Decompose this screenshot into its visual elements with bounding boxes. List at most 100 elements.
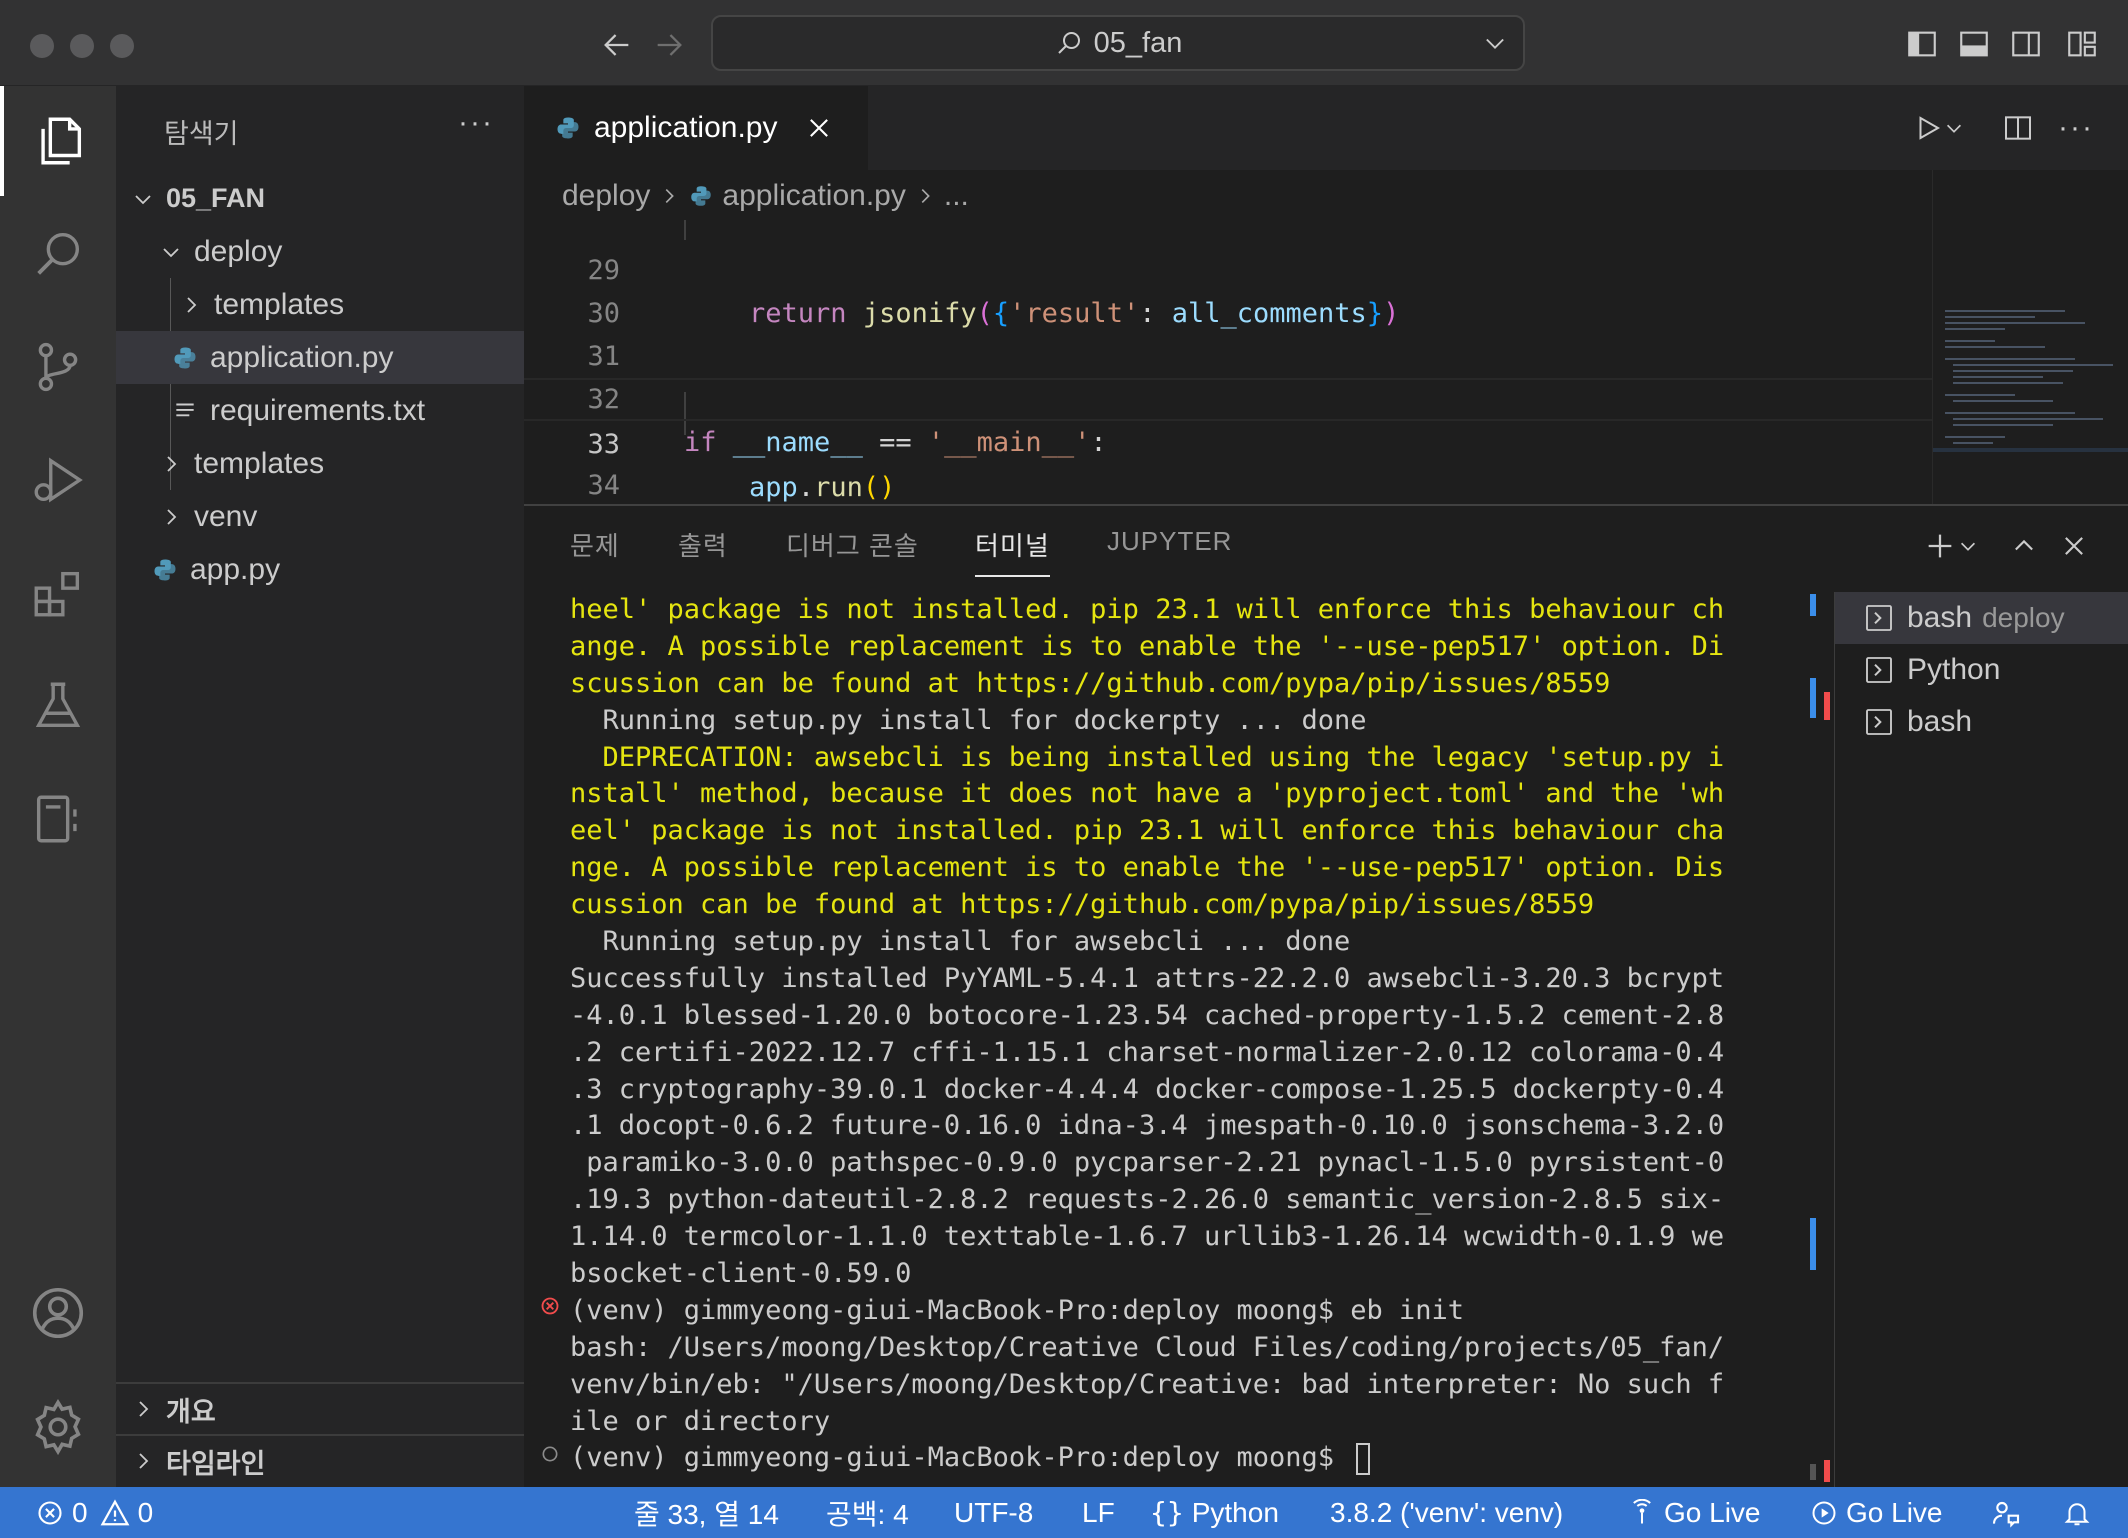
problems-status[interactable]: 0 0 [36, 1487, 153, 1538]
language-label: Python [1191, 1496, 1279, 1528]
terminal-output[interactable]: heel' package is not installed. pip 23.1… [541, 592, 1810, 1482]
terminal-tabs-list: bash deploy Python bash [1834, 592, 2128, 1489]
more-actions-icon[interactable]: ··· [458, 106, 494, 140]
customize-layout-icon[interactable] [2062, 24, 2102, 64]
back-arrow-icon[interactable] [594, 22, 640, 68]
terminal-line: venv/bin/eb: "/Users/moong/Desktop/Creat… [570, 1368, 1725, 1400]
tab-jupyter[interactable]: JUPYTER [1107, 526, 1232, 557]
cursor-position[interactable]: 줄 33, 열 14 [634, 1487, 779, 1538]
terminal-line: .3 cryptography-39.0.1 docker-4.4.4 dock… [570, 1073, 1725, 1105]
chevron-down-icon [128, 184, 158, 214]
python-interpreter[interactable]: 3.8.2 ('venv': venv) [1330, 1487, 1563, 1538]
minimize-window-button[interactable] [70, 34, 94, 58]
terminal-line: (venv) gimmyeong-giui-MacBook-Pro:deploy… [570, 1442, 1351, 1474]
terminal-line: bsocket-client-0.59.0 [570, 1258, 912, 1290]
remote-explorer-icon[interactable] [0, 764, 116, 874]
tree-item-application-py[interactable]: application.py [116, 331, 524, 384]
source-control-icon[interactable] [0, 312, 116, 422]
terminal-item-bash[interactable]: bash [1835, 696, 2128, 748]
terminal-line: nge. A possible replacement is to enable… [570, 852, 1725, 884]
breadcrumb-file[interactable]: application.py [722, 179, 905, 213]
status-bar: 0 0 줄 33, 열 14 공백: 4 UTF-8 LF {} Python … [0, 1487, 2128, 1538]
broadcast-icon [1628, 1498, 1656, 1527]
maximize-panel-icon[interactable] [2004, 528, 2044, 564]
python-file-icon [688, 183, 714, 209]
encoding-status[interactable]: UTF-8 [954, 1487, 1033, 1538]
go-live-button[interactable]: Go Live [1628, 1487, 1761, 1538]
maximize-window-button[interactable] [110, 34, 134, 58]
terminal-line: .1 docopt-0.6.2 future-0.16.0 idna-3.4 j… [570, 1110, 1725, 1142]
terminal-item-bash-deploy[interactable]: bash deploy [1835, 592, 2128, 644]
indentation-status[interactable]: 공백: 4 [826, 1487, 909, 1538]
braces-icon: {} [1150, 1496, 1184, 1529]
notifications-bell-icon[interactable] [2062, 1487, 2092, 1538]
extensions-icon[interactable] [0, 538, 116, 648]
code-line-current: 33 app.run() [524, 378, 1932, 503]
toggle-secondary-sidebar-icon[interactable] [2006, 24, 2046, 64]
code-line: 29 return jsonify({'result': all_comment… [524, 220, 1932, 329]
chevron-right-icon [914, 185, 936, 207]
scrollbar-marker [1810, 678, 1816, 718]
close-tab-icon[interactable] [805, 114, 833, 142]
toggle-panel-icon[interactable] [1954, 24, 1994, 64]
terminal-line: .2 certifi-2022.12.7 cffi-1.15.1 charset… [570, 1036, 1725, 1068]
more-actions-icon[interactable]: ··· [2054, 108, 2098, 148]
explorer-icon[interactable] [0, 86, 116, 196]
run-python-file-icon[interactable] [1904, 108, 1974, 148]
tab-terminal[interactable]: 터미널 [975, 526, 1050, 577]
command-error-icon[interactable] [540, 1296, 560, 1316]
timeline-section[interactable]: 타임라인 [116, 1434, 524, 1486]
tree-item-label: app.py [190, 552, 281, 586]
terminal-line: -4.0.1 blessed-1.20.0 botocore-1.23.54 c… [570, 999, 1725, 1031]
section-label: 타임라인 [166, 1448, 266, 1479]
command-center-search[interactable]: 05_fan [711, 15, 1525, 71]
go-live-label: Go Live [1846, 1496, 1943, 1528]
tab-problems[interactable]: 문제 [570, 526, 620, 563]
close-panel-icon[interactable] [2054, 528, 2094, 564]
settings-gear-icon[interactable] [0, 1372, 116, 1482]
tree-item-label: templates [194, 446, 325, 480]
chevron-down-icon[interactable] [1481, 29, 1509, 65]
tree-item-requirements-txt[interactable]: requirements.txt [116, 384, 524, 437]
scrollbar-marker [1824, 692, 1830, 720]
code-line: 34 [524, 421, 1932, 501]
tab-debug-console[interactable]: 디버그 콘솔 [786, 526, 919, 563]
run-and-debug-icon[interactable] [0, 425, 116, 535]
new-terminal-icon[interactable] [1916, 528, 1986, 564]
tree-item-label: deploy [194, 234, 283, 268]
search-icon[interactable] [0, 199, 116, 309]
tab-output[interactable]: 출력 [678, 526, 728, 563]
split-editor-icon[interactable] [1996, 108, 2040, 148]
play-circle-icon [1810, 1499, 1838, 1527]
go-live-button-2[interactable]: Go Live [1810, 1487, 1943, 1538]
python-file-icon [170, 343, 200, 373]
terminal-item-python[interactable]: Python [1835, 644, 2128, 696]
tree-item-deploy[interactable]: deploy [116, 225, 524, 278]
warning-icon [100, 1498, 130, 1528]
eol-status[interactable]: LF [1082, 1487, 1115, 1538]
outline-section[interactable]: 개요 [116, 1382, 524, 1434]
chevron-right-icon [658, 185, 680, 207]
toggle-primary-sidebar-icon[interactable] [1902, 24, 1942, 64]
live-share-feedback-icon[interactable] [1990, 1487, 2022, 1538]
breadcrumb-symbol[interactable]: ... [944, 179, 969, 213]
code-editor[interactable]: 29 return jsonify({'result': all_comment… [524, 220, 1932, 504]
tree-item-templates[interactable]: templates [116, 437, 524, 490]
close-window-button[interactable] [30, 34, 54, 58]
language-mode[interactable]: {} Python [1150, 1487, 1279, 1538]
testing-flask-icon[interactable] [0, 651, 116, 761]
command-decoration-icon[interactable] [540, 1444, 560, 1464]
terminal-icon [1863, 654, 1895, 686]
minimap[interactable] [1932, 170, 2128, 504]
explorer-root-folder[interactable]: 05_FAN [116, 172, 524, 225]
terminal-line: Successfully installed PyYAML-5.4.1 attr… [570, 962, 1725, 994]
breadcrumb-folder[interactable]: deploy [562, 179, 650, 213]
tab-application-py[interactable]: application.py [524, 86, 868, 170]
editor-area: application.py ··· deploy application.py… [524, 86, 2128, 504]
accounts-icon[interactable] [0, 1258, 116, 1368]
forward-arrow-icon[interactable] [646, 22, 692, 68]
tree-item-venv[interactable]: venv [116, 490, 524, 543]
line-number: 34 [587, 470, 620, 501]
tree-item-app-py[interactable]: app.py [116, 543, 524, 596]
tree-item-deploy-templates[interactable]: templates [116, 278, 524, 331]
